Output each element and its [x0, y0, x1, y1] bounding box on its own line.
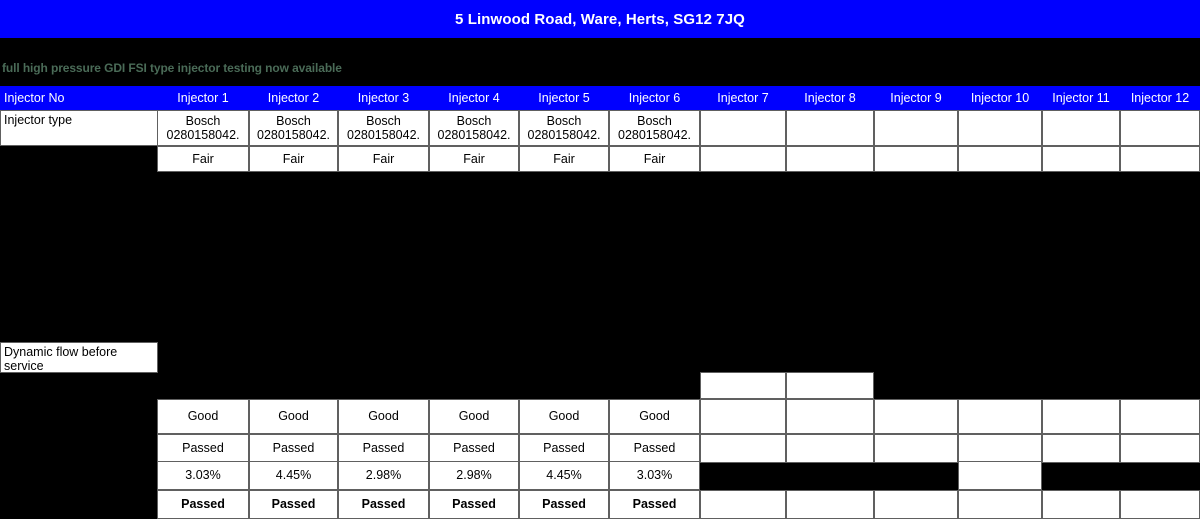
table-cell: Bosch 0280158042.: [157, 110, 249, 146]
table-cell: [1042, 490, 1120, 519]
row-label: Dynamic flow before service: [0, 342, 158, 373]
table-cell: [1120, 399, 1200, 434]
table-cell: Fair: [249, 146, 338, 172]
table-cell: [874, 434, 958, 463]
table-cell: [1120, 434, 1200, 463]
table-cell: [1042, 434, 1120, 463]
table-cell: [786, 146, 874, 172]
table-header-injector-8: Injector 8: [786, 86, 874, 110]
table-cell: [1120, 490, 1200, 519]
table-cell: [786, 434, 874, 463]
table-cell: [700, 372, 786, 399]
table-header-injector-5: Injector 5: [519, 86, 609, 110]
table-cell: [700, 146, 786, 172]
table-cell: Passed: [609, 434, 700, 463]
table-header-injector-1: Injector 1: [157, 86, 249, 110]
table-header-injector-6: Injector 6: [609, 86, 700, 110]
table-cell: [874, 146, 958, 172]
table-cell: [700, 490, 786, 519]
table-header-injector-no: Injector No: [0, 86, 158, 110]
table-cell: Bosch 0280158042.: [609, 110, 700, 146]
table-cell: [958, 434, 1042, 463]
table-cell: Fair: [338, 146, 429, 172]
table-cell: Passed: [429, 490, 519, 519]
table-cell: Passed: [609, 490, 700, 519]
table-cell: [874, 110, 958, 146]
table-cell: [786, 399, 874, 434]
table-cell: [958, 110, 1042, 146]
table-cell: [786, 110, 874, 146]
table-cell: [1120, 146, 1200, 172]
table-cell: 3.03%: [157, 461, 249, 490]
table-cell: [958, 146, 1042, 172]
table-cell: [1042, 399, 1120, 434]
table-cell: Passed: [249, 490, 338, 519]
table-cell: Good: [338, 399, 429, 434]
table-cell: 4.45%: [249, 461, 338, 490]
table-header-injector-10: Injector 10: [958, 86, 1042, 110]
table-header-injector-2: Injector 2: [249, 86, 338, 110]
table-header-injector-7: Injector 7: [700, 86, 786, 110]
table-cell: Bosch 0280158042.: [338, 110, 429, 146]
table-cell: [1120, 110, 1200, 146]
address-banner: 5 Linwood Road, Ware, Herts, SG12 7JQ: [0, 0, 1200, 38]
table-cell: Fair: [609, 146, 700, 172]
table-header-injector-9: Injector 9: [874, 86, 958, 110]
row-label: Injector type: [0, 110, 158, 146]
table-header-injector-11: Injector 11: [1042, 86, 1120, 110]
table-cell: [700, 434, 786, 463]
table-cell: Passed: [157, 434, 249, 463]
table-cell: [958, 461, 1042, 490]
table-header-injector-4: Injector 4: [429, 86, 519, 110]
table-cell: Passed: [157, 490, 249, 519]
table-cell: Passed: [249, 434, 338, 463]
table-cell: Passed: [338, 490, 429, 519]
marquee-banner: full high pressure GDI FSI type injector…: [2, 61, 342, 75]
table-cell: [700, 399, 786, 434]
table-cell: Bosch 0280158042.: [249, 110, 338, 146]
table-cell: Good: [249, 399, 338, 434]
table-cell: Passed: [429, 434, 519, 463]
table-cell: Good: [429, 399, 519, 434]
table-cell: 2.98%: [338, 461, 429, 490]
table-cell: Passed: [338, 434, 429, 463]
table-cell: [786, 490, 874, 519]
table-cell: [1042, 146, 1120, 172]
table-cell: Good: [519, 399, 609, 434]
table-cell: [958, 399, 1042, 434]
table-cell: [874, 490, 958, 519]
table-header-injector-12: Injector 12: [1120, 86, 1200, 110]
address-text: 5 Linwood Road, Ware, Herts, SG12 7JQ: [455, 10, 745, 28]
table-cell: Fair: [519, 146, 609, 172]
table-cell: [1042, 110, 1120, 146]
table-cell: Fair: [429, 146, 519, 172]
table-cell: Good: [609, 399, 700, 434]
table-cell: Fair: [157, 146, 249, 172]
table-header-injector-3: Injector 3: [338, 86, 429, 110]
table-cell: 2.98%: [429, 461, 519, 490]
table-cell: Good: [157, 399, 249, 434]
table-cell: [786, 372, 874, 399]
table-cell: Passed: [519, 434, 609, 463]
table-cell: 3.03%: [609, 461, 700, 490]
table-cell: Passed: [519, 490, 609, 519]
table-cell: [700, 110, 786, 146]
table-cell: [874, 399, 958, 434]
table-cell: Bosch 0280158042.: [519, 110, 609, 146]
table-cell: [958, 490, 1042, 519]
table-cell: 4.45%: [519, 461, 609, 490]
table-cell: Bosch 0280158042.: [429, 110, 519, 146]
